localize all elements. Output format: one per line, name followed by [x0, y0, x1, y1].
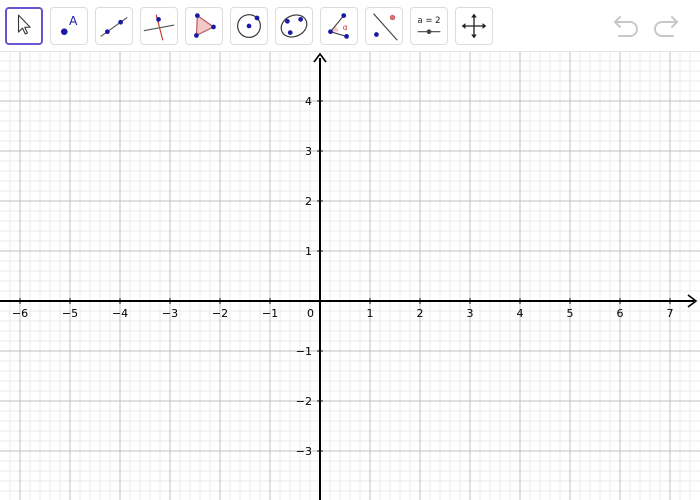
x-axis-label: −2 — [212, 307, 228, 320]
x-axis-label: −5 — [62, 307, 78, 320]
perpendicular-line-tool-button[interactable] — [140, 7, 178, 45]
x-axis-label: 1 — [367, 307, 374, 320]
y-axis-label: −3 — [296, 445, 312, 458]
toolbar: A α a = 2 — [0, 0, 700, 52]
slider-tool-button[interactable]: a = 2 — [410, 7, 448, 45]
x-axis-label: 5 — [567, 307, 574, 320]
y-axis-label: 2 — [305, 195, 312, 208]
x-axis-label: −3 — [162, 307, 178, 320]
angle-tool-button[interactable]: α — [320, 7, 358, 45]
point-tool-label: A — [69, 14, 78, 28]
reflect-tool-button[interactable] — [365, 7, 403, 45]
ellipse-points-icon — [280, 14, 308, 38]
redo-button[interactable] — [650, 12, 680, 40]
graphics-view[interactable]: −6 −5 −4 −3 −2 −1 1 2 3 4 5 6 7 0 4 3 2 1 −1 −2 −3 — [0, 52, 700, 500]
minor-grid — [0, 52, 700, 500]
x-axis-label: −6 — [12, 307, 28, 320]
x-axis-label: 3 — [467, 307, 474, 320]
reflect-about-line-icon — [373, 13, 398, 41]
slider-icon: a = 2 — [417, 16, 441, 35]
circle-center-point-tool-button[interactable] — [230, 7, 268, 45]
redo-icon — [654, 16, 678, 37]
line-through-points-icon — [100, 17, 128, 37]
y-axis-label: 4 — [305, 95, 312, 108]
move-graphics-view-tool-button[interactable] — [455, 7, 493, 45]
point-icon: A — [60, 14, 78, 35]
angle-tool-label: α — [343, 23, 348, 32]
y-axis-label: −1 — [296, 345, 312, 358]
arrow-cursor-icon — [17, 14, 31, 35]
slider-tool-label: a = 2 — [417, 16, 440, 26]
polygon-icon — [194, 13, 216, 38]
x-axis-label: −1 — [262, 307, 278, 320]
move-arrows-icon — [461, 13, 487, 39]
angle-icon: α — [328, 13, 349, 39]
x-axis-label: −4 — [112, 307, 128, 320]
point-tool-button[interactable]: A — [50, 7, 88, 45]
move-tool-button[interactable] — [5, 7, 43, 45]
polygon-tool-button[interactable] — [185, 7, 223, 45]
x-axis-label: 4 — [517, 307, 524, 320]
undo-button[interactable] — [612, 12, 642, 40]
perpendicular-line-icon — [143, 14, 175, 41]
x-axis-labels: −6 −5 −4 −3 −2 −1 1 2 3 4 5 6 7 0 — [12, 307, 674, 320]
y-axis-label: −2 — [296, 395, 312, 408]
conic-five-points-tool-button[interactable] — [275, 7, 313, 45]
line-tool-button[interactable] — [95, 7, 133, 45]
x-axis-label: 7 — [667, 307, 674, 320]
y-axis-label: 1 — [305, 245, 312, 258]
geogebra-app: A α a = 2 −6 −5 −4 −3 −2 −1 1 2 3 4 5 6 … — [0, 0, 700, 500]
y-axis-label: 3 — [305, 145, 312, 158]
x-axis-label: 2 — [417, 307, 424, 320]
circle-center-point-icon — [237, 14, 261, 38]
x-axis-label: 6 — [617, 307, 624, 320]
undo-icon — [614, 16, 638, 37]
origin-label: 0 — [307, 307, 314, 320]
